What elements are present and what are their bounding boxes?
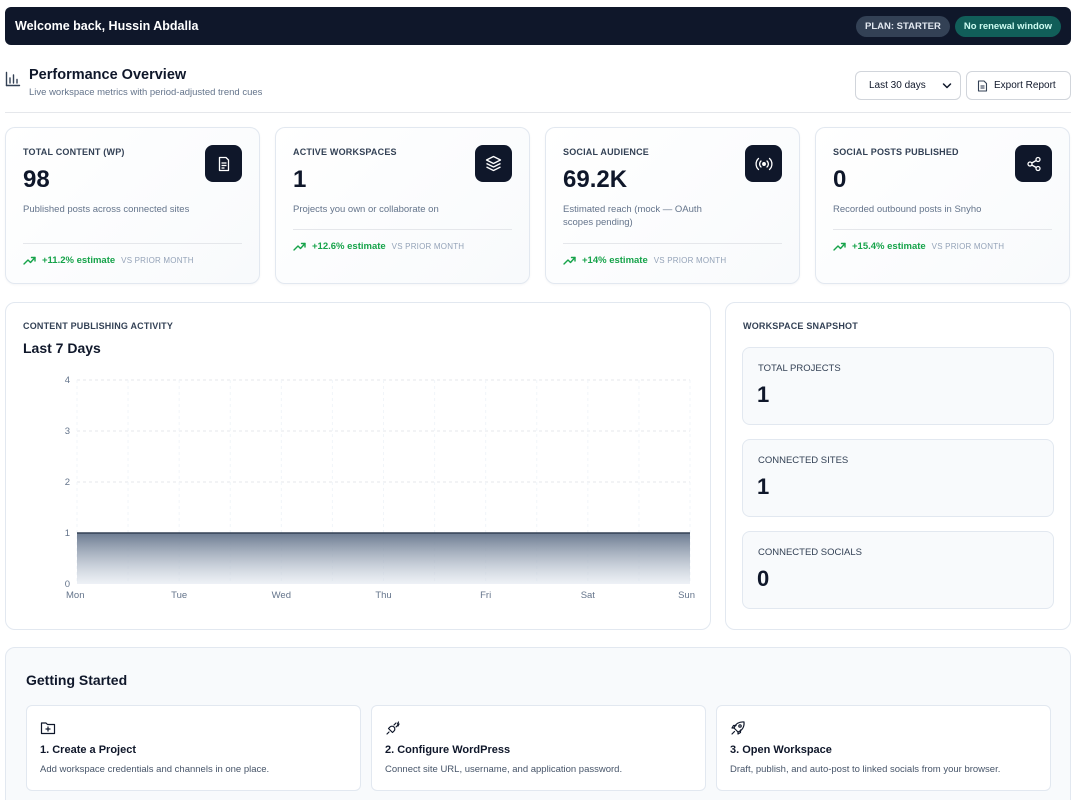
- broadcast-icon: [745, 145, 782, 182]
- trend-note: VS PRIOR MONTH: [931, 242, 1005, 251]
- period-select-value: Last 30 days: [869, 80, 926, 91]
- snapshot-item-label: CONNECTED SITES: [758, 455, 849, 466]
- snapshot-item-value: 1: [757, 474, 770, 499]
- export-report-button[interactable]: Export Report: [966, 71, 1071, 100]
- divider: [563, 243, 782, 244]
- stat-trend: +12.6% estimate VS PRIOR MONTH: [293, 241, 464, 252]
- trend-value: +14% estimate: [582, 255, 648, 266]
- stat-description: Estimated reach (mock — OAuth scopes pen…: [563, 204, 702, 228]
- y-tick-label: 2: [65, 477, 70, 488]
- snapshot-item-value: 0: [757, 566, 770, 591]
- stat-label: ACTIVE WORKSPACES: [293, 147, 397, 157]
- trend-up-icon: [23, 256, 36, 265]
- step-open-workspace[interactable]: 3. Open Workspace Draft, publish, and au…: [716, 705, 1051, 791]
- x-tick-label: Sat: [581, 590, 596, 601]
- layers-icon: [475, 145, 512, 182]
- getting-started-title: Getting Started: [26, 672, 128, 688]
- page-title: Performance Overview: [29, 67, 187, 83]
- step-description: Add workspace credentials and channels i…: [40, 764, 270, 775]
- divider: [293, 229, 512, 230]
- stat-label: SOCIAL POSTS PUBLISHED: [833, 147, 959, 157]
- stat-value: 0: [833, 166, 847, 193]
- workspace-snapshot-card: WORKSPACE SNAPSHOT TOTAL PROJECTS 1 CONN…: [725, 302, 1071, 630]
- stat-trend: +11.2% estimate VS PRIOR MONTH: [23, 255, 194, 266]
- snapshot-connected-socials: CONNECTED SOCIALS 0: [742, 531, 1054, 609]
- welcome-text: Welcome back, Hussin Abdalla: [15, 19, 199, 33]
- topbar-badges: PLAN: STARTER No renewal window: [856, 15, 1061, 37]
- x-tick-label: Fri: [480, 590, 491, 601]
- snapshot-label: WORKSPACE SNAPSHOT: [743, 321, 858, 331]
- y-tick-label: 3: [65, 426, 70, 437]
- chevron-down-icon: [942, 82, 952, 88]
- renewal-badge: No renewal window: [954, 15, 1061, 37]
- step-title: 1. Create a Project: [40, 744, 136, 756]
- stat-trend: +14% estimate VS PRIOR MONTH: [563, 255, 726, 266]
- x-tick-label: Thu: [375, 590, 391, 601]
- stat-description: Published posts across connected sites: [23, 204, 190, 215]
- x-tick-label: Tue: [171, 590, 187, 601]
- export-report-label: Export Report: [994, 80, 1056, 91]
- snapshot-item-label: TOTAL PROJECTS: [758, 363, 841, 374]
- plug-icon: [386, 721, 400, 735]
- step-title: 3. Open Workspace: [730, 744, 832, 756]
- step-title: 2. Configure WordPress: [385, 744, 511, 756]
- y-tick-label: 4: [65, 375, 70, 386]
- stat-card-social-audience: SOCIAL AUDIENCE 69.2K Estimated reach (m…: [545, 127, 800, 284]
- snapshot-total-projects: TOTAL PROJECTS 1: [742, 347, 1054, 425]
- trend-value: +12.6% estimate: [312, 241, 386, 252]
- rocket-icon: [731, 721, 745, 735]
- page-subtitle: Live workspace metrics with period-adjus…: [29, 87, 263, 98]
- stat-card-social-posts: SOCIAL POSTS PUBLISHED 0 Recorded outbou…: [815, 127, 1070, 284]
- getting-started-section: Getting Started 1. Create a Project Add …: [5, 647, 1071, 800]
- snapshot-item-value: 1: [757, 382, 770, 407]
- stat-card-active-workspaces: ACTIVE WORKSPACES 1 Projects you own or …: [275, 127, 530, 284]
- step-configure-wordpress[interactable]: 2. Configure WordPress Connect site URL,…: [371, 705, 706, 791]
- snapshot-item-label: CONNECTED SOCIALS: [758, 547, 862, 558]
- step-create-project[interactable]: 1. Create a Project Add workspace creden…: [26, 705, 361, 791]
- activity-chart: 0 1 2 3 4 Mon Tue Wed Thu Fri Sat Sun: [65, 375, 695, 601]
- bar-chart-icon: [5, 71, 21, 87]
- x-tick-label: Mon: [66, 590, 84, 601]
- trend-up-icon: [833, 242, 846, 251]
- step-description: Draft, publish, and auto-post to linked …: [730, 764, 1001, 775]
- stat-description: Projects you own or collaborate on: [293, 204, 439, 215]
- trend-value: +15.4% estimate: [852, 241, 926, 252]
- trend-note: VS PRIOR MONTH: [391, 242, 465, 251]
- stat-value: 1: [293, 166, 307, 193]
- page-header: Performance Overview Live workspace metr…: [5, 65, 1071, 113]
- stat-value: 98: [23, 166, 50, 193]
- stat-label: SOCIAL AUDIENCE: [563, 147, 650, 157]
- x-tick-label: Sun: [678, 590, 695, 601]
- plan-badge: PLAN: STARTER: [856, 15, 950, 37]
- stat-trend: +15.4% estimate VS PRIOR MONTH: [833, 241, 1004, 252]
- folder-plus-icon: [40, 722, 56, 735]
- divider: [23, 243, 242, 244]
- snapshot-connected-sites: CONNECTED SITES 1: [742, 439, 1054, 517]
- welcome-bar: Welcome back, Hussin Abdalla PLAN: START…: [5, 7, 1071, 45]
- stat-card-total-content: TOTAL CONTENT (WP) 98 Published posts ac…: [5, 127, 260, 284]
- period-select[interactable]: Last 30 days: [855, 71, 961, 100]
- share-icon: [1015, 145, 1052, 182]
- trend-note: VS PRIOR MONTH: [121, 256, 194, 265]
- stat-value: 69.2K: [563, 166, 628, 193]
- file-icon: [977, 79, 988, 92]
- y-tick-label: 0: [65, 579, 70, 590]
- x-tick-label: Wed: [272, 590, 291, 601]
- trend-note: VS PRIOR MONTH: [653, 256, 727, 265]
- publishing-activity-card: CONTENT PUBLISHING ACTIVITY Last 7 Days …: [5, 302, 711, 630]
- stat-description: Recorded outbound posts in Snyho: [833, 204, 982, 215]
- trend-up-icon: [293, 242, 306, 251]
- step-description: Connect site URL, username, and applicat…: [385, 764, 623, 775]
- document-icon: [205, 145, 242, 182]
- trend-up-icon: [563, 256, 576, 265]
- stat-label: TOTAL CONTENT (WP): [23, 147, 125, 157]
- trend-value: +11.2% estimate: [42, 255, 116, 266]
- y-tick-label: 1: [65, 528, 70, 539]
- divider: [833, 229, 1052, 230]
- area-fill: [77, 533, 690, 584]
